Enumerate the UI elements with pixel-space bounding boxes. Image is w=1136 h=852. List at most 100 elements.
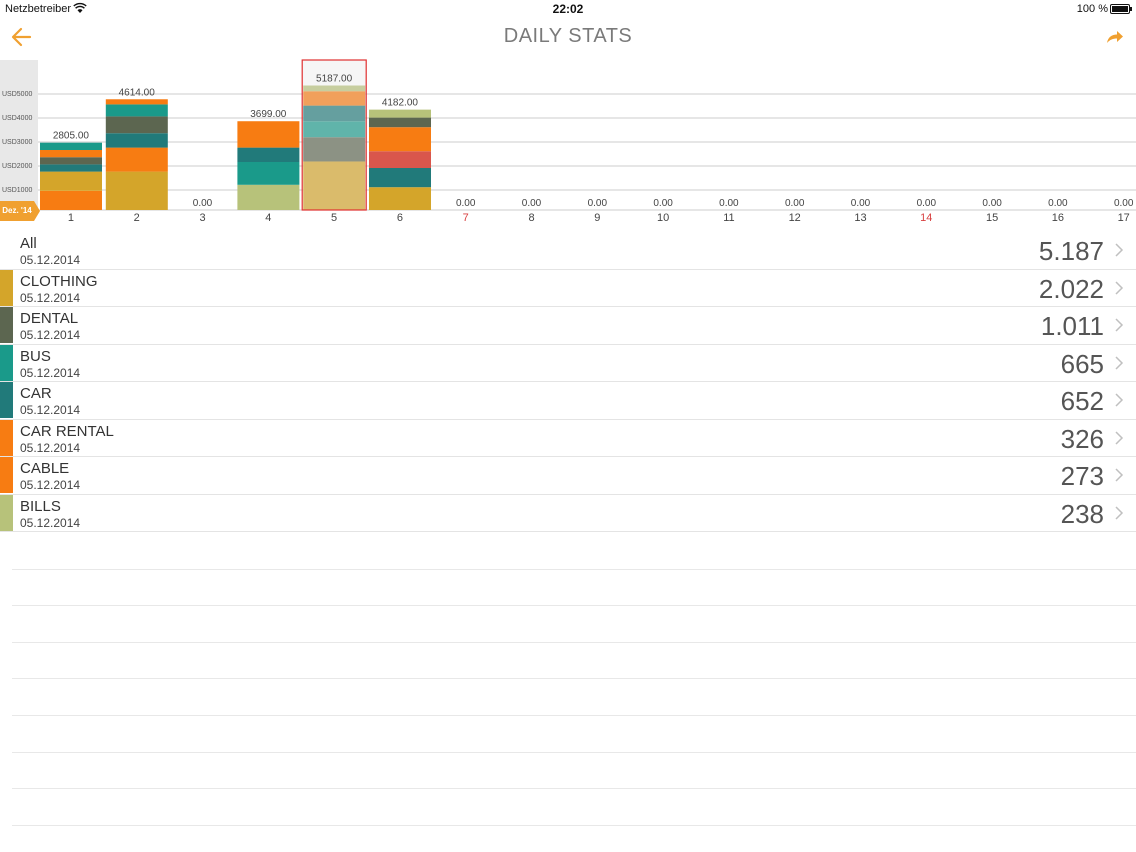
category-label: BUS	[20, 347, 51, 365]
category-amount: 238	[1060, 498, 1104, 529]
bar-segment[interactable]	[40, 171, 102, 191]
list-item[interactable]: DENTAL 05.12.2014 1.011	[0, 307, 1136, 345]
bar-segment[interactable]	[40, 190, 102, 210]
bar-segment[interactable]	[40, 150, 102, 158]
category-date: 05.12.2014	[20, 365, 81, 380]
category-amount: 326	[1060, 423, 1104, 454]
share-arrow-icon[interactable]	[1104, 26, 1126, 48]
bar-segment[interactable]	[105, 104, 168, 117]
day-tick-label[interactable]: 13	[854, 212, 866, 224]
list-item[interactable]: All 05.12.2014 5.187	[0, 232, 1136, 270]
category-color-swatch	[0, 419, 13, 456]
day-tick-label[interactable]: 9	[594, 212, 600, 224]
category-label: DENTAL	[20, 310, 79, 327]
bar-segment[interactable]	[105, 133, 168, 148]
category-date: 05.12.2014	[20, 403, 81, 417]
chart-canvas[interactable]: USD1000 USD2000 USD3000 USD4000 USD5000 2805.…	[0, 58, 1136, 230]
bar-segment[interactable]	[40, 157, 102, 165]
bar-total-label: 0.00	[1048, 198, 1068, 209]
chevron-right-icon[interactable]	[1114, 280, 1124, 296]
day-tick-label[interactable]: 3	[199, 212, 205, 224]
bar-total-label: 5187.00	[316, 74, 353, 85]
bar-total-label: 0.00	[719, 198, 739, 209]
category-color-swatch	[0, 344, 13, 381]
category-date: 05.12.2014	[20, 253, 81, 267]
bar-segment[interactable]	[237, 184, 300, 210]
category-date: 05.12.2014	[20, 515, 81, 530]
bar-segment[interactable]	[237, 121, 300, 148]
bar-segment[interactable]	[105, 116, 168, 134]
bar-total-label: 0.00	[193, 198, 213, 209]
y-tick-label: USD1000	[2, 187, 32, 194]
bar-total-label: 0.00	[982, 198, 1002, 209]
empty-row-divider	[12, 751, 1136, 753]
bar-segment[interactable]	[237, 147, 300, 162]
empty-row-divider	[12, 641, 1136, 643]
day-tick-label[interactable]: 15	[986, 212, 998, 224]
category-label: CABLE	[20, 460, 70, 477]
list-item[interactable]: CABLE 05.12.2014 273	[0, 457, 1136, 495]
bar-segment[interactable]	[40, 142, 102, 150]
day-tick-label[interactable]: 8	[528, 212, 534, 224]
daily-stats-chart[interactable]: USD1000 USD2000 USD3000 USD4000 USD5000 2805.…	[0, 58, 1136, 230]
bar-segment[interactable]	[237, 162, 300, 185]
category-amount: 273	[1060, 461, 1104, 491]
empty-row-divider	[12, 568, 1136, 570]
bar-segment[interactable]	[369, 151, 431, 168]
list-item[interactable]: BILLS 05.12.2014 238	[0, 494, 1136, 532]
list-item[interactable]: CAR 05.12.2014 652	[0, 382, 1136, 420]
day-tick-label[interactable]: 5	[331, 212, 337, 224]
y-tick-label: USD3000	[2, 139, 32, 146]
bar-total-label: 0.00	[588, 198, 608, 209]
day-tick-label[interactable]: 1	[68, 212, 74, 224]
battery-icon	[1110, 4, 1132, 14]
list-item[interactable]: CAR RENTAL 05.12.2014 326	[0, 419, 1136, 457]
day-tick-label[interactable]: 7	[463, 212, 469, 224]
list-item[interactable]: CLOTHING 05.12.2014 2.022	[0, 269, 1136, 307]
category-amount: 665	[1060, 348, 1104, 379]
day-tick-label[interactable]: 14	[920, 212, 932, 224]
bar-segment[interactable]	[369, 109, 431, 118]
bar-segment[interactable]	[105, 147, 168, 172]
bar-total-label: 4182.00	[382, 98, 419, 109]
bar-segment[interactable]	[105, 99, 168, 105]
category-color-swatch	[0, 307, 13, 343]
empty-row-divider	[12, 678, 1136, 680]
chevron-right-icon[interactable]	[1114, 355, 1124, 371]
day-tick-label[interactable]: 16	[1052, 212, 1064, 224]
month-tab[interactable]: Dez. '14	[0, 201, 40, 221]
category-color-swatch	[0, 382, 13, 418]
bar-total-label: 0.00	[456, 198, 476, 209]
day-tick-label[interactable]: 6	[397, 212, 403, 224]
chevron-right-icon[interactable]	[1114, 317, 1124, 333]
list-item[interactable]: BUS 05.12.2014 665	[0, 344, 1136, 382]
chevron-right-icon[interactable]	[1114, 505, 1124, 521]
category-color-swatch	[0, 457, 13, 493]
chevron-right-icon[interactable]	[1114, 392, 1124, 408]
bar-segment[interactable]	[369, 117, 431, 128]
y-tick-label: USD2000	[2, 163, 32, 170]
bar-segment[interactable]	[369, 168, 431, 188]
day-tick-label[interactable]: 10	[657, 212, 669, 224]
chevron-right-icon[interactable]	[1114, 467, 1124, 483]
chevron-right-icon[interactable]	[1114, 430, 1124, 446]
status-bar: Netzbetreiber 22:02 100 %	[0, 0, 1136, 18]
status-time: 22:02	[552, 2, 584, 16]
day-tick-label[interactable]: 11	[723, 212, 734, 224]
empty-row-divider	[12, 715, 1136, 716]
category-label: BILLS	[20, 497, 61, 515]
day-tick-label[interactable]: 12	[789, 212, 801, 224]
bar-total-label: 0.00	[653, 198, 673, 209]
bar-segment[interactable]	[105, 171, 168, 210]
bar-segment[interactable]	[369, 187, 431, 210]
bar-total-label: 0.00	[1114, 198, 1134, 209]
bar-segment[interactable]	[40, 164, 102, 172]
y-tick-label: USD5000	[2, 91, 32, 98]
day-tick-label[interactable]: 2	[134, 212, 140, 224]
day-tick-label[interactable]: 17	[1118, 212, 1130, 224]
y-tick-label: USD4000	[2, 115, 32, 122]
day-tick-label[interactable]: 4	[265, 212, 271, 224]
bar-total-label: 0.00	[522, 198, 542, 209]
chevron-right-icon[interactable]	[1114, 242, 1124, 258]
bar-segment[interactable]	[369, 127, 431, 152]
